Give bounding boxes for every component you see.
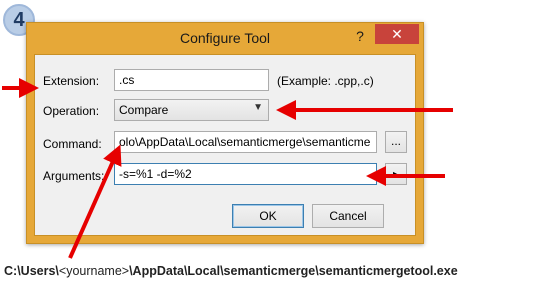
command-label: Command: (43, 137, 102, 151)
path-caption-end: \AppData\Local\semanticmerge\semanticmer… (129, 264, 458, 278)
path-caption-placeholder: <yourname> (58, 264, 130, 278)
cancel-button[interactable]: Cancel (312, 204, 384, 228)
executable-path-caption: C:\Users\<yourname>\AppData\Local\semant… (4, 264, 458, 278)
path-caption-start: C:\Users\ (4, 264, 59, 278)
close-icon: ✕ (391, 26, 403, 42)
command-field[interactable]: olo\AppData\Local\semanticmerge\semantic… (114, 131, 377, 153)
arguments-field[interactable]: -s=%1 -d=%2 (114, 163, 377, 185)
extension-label: Extension: (43, 74, 100, 88)
extension-example-hint: (Example: .cpp,.c) (277, 74, 374, 88)
operation-select[interactable]: Compare ▼ (114, 99, 269, 121)
help-button[interactable]: ? (349, 26, 371, 46)
close-button[interactable]: ✕ (375, 24, 419, 44)
title-bar[interactable]: Configure Tool ? ✕ (27, 23, 423, 53)
operation-label: Operation: (43, 104, 100, 118)
arguments-label: Arguments: (43, 169, 105, 183)
chevron-down-icon: ▼ (253, 102, 263, 113)
operation-selected-value: Compare (119, 103, 169, 117)
arguments-menu-button[interactable]: ▸ (385, 163, 407, 185)
dialog-client-area: Extension: .cs (Example: .cpp,.c) Operat… (34, 54, 416, 236)
browse-button[interactable]: ... (385, 131, 407, 153)
extension-field[interactable]: .cs (114, 69, 269, 91)
ok-button[interactable]: OK (232, 204, 304, 228)
configure-tool-dialog: Configure Tool ? ✕ Extension: .cs (Examp… (26, 22, 424, 244)
